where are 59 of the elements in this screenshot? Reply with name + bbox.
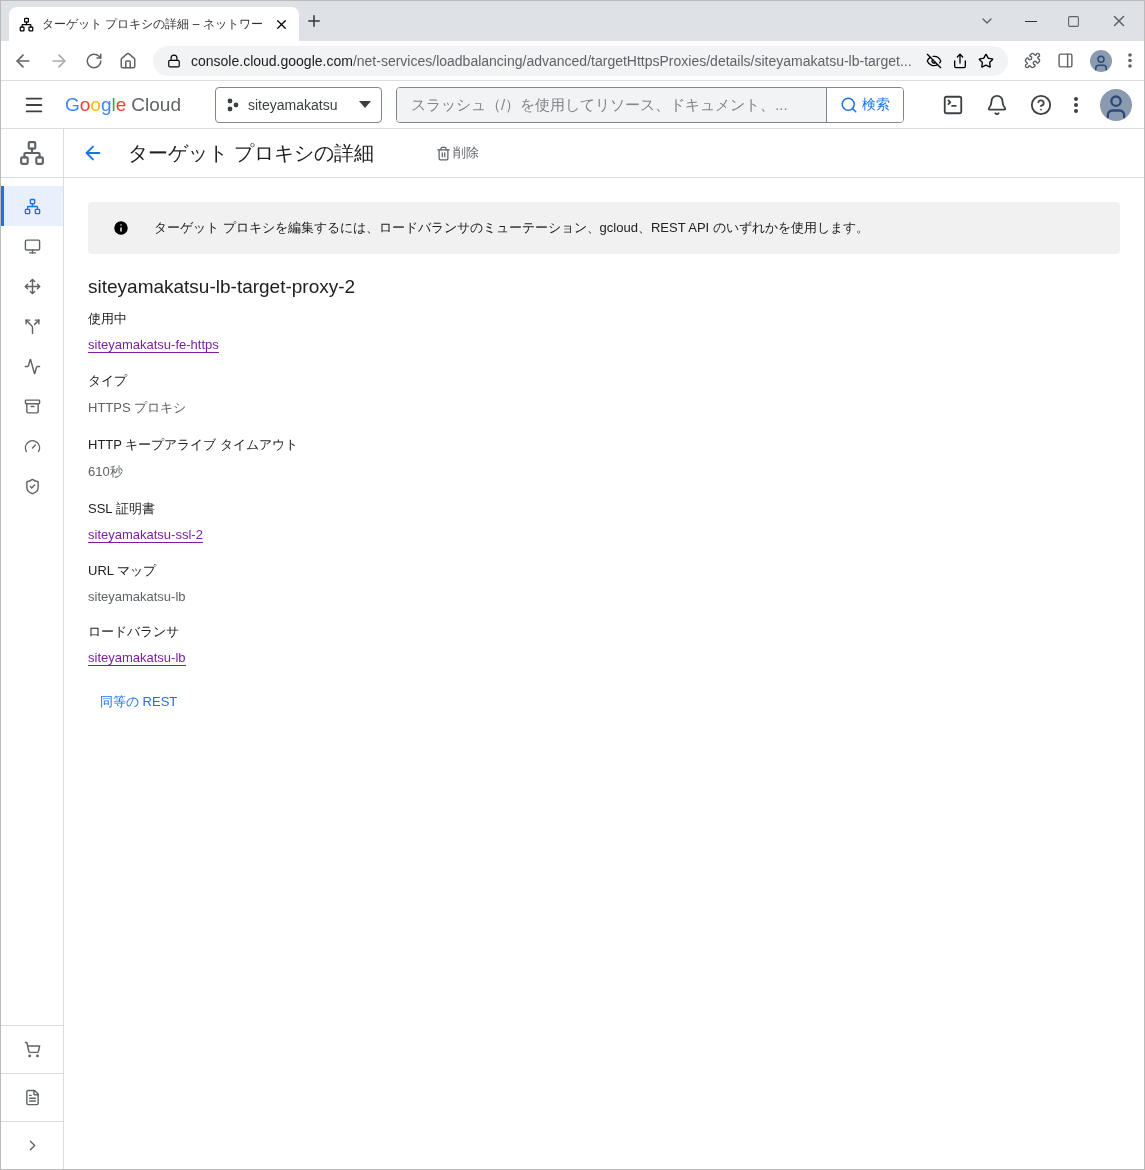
trash-icon [435, 145, 451, 161]
nav-item[interactable] [1, 186, 63, 226]
menu-button[interactable] [1128, 53, 1132, 68]
field-link[interactable]: siteyamakatsu-fe-https [88, 337, 219, 353]
star-icon [978, 52, 994, 69]
terminal-button[interactable] [942, 93, 964, 116]
page-title: ターゲット プロキシの詳細 [128, 140, 374, 166]
field-label: URL マップ [88, 562, 157, 580]
proxy-name: siteyamakatsu-lb-target-proxy-2 [88, 276, 357, 298]
more-icon [1128, 53, 1132, 68]
archive-icon [23, 397, 41, 415]
split-arrow-icon [23, 317, 41, 335]
network-icon [19, 16, 34, 32]
tab-title: ターゲット プロキシの詳細 – ネットワー [42, 15, 264, 33]
home-button[interactable] [119, 51, 137, 70]
shield-icon [23, 477, 41, 495]
notes-icon [23, 1089, 41, 1106]
eye-off-icon [926, 52, 942, 69]
more-icon [1074, 96, 1078, 113]
field-value: siteyamakatsu-lb [88, 589, 186, 604]
field-label: ロードバランサ [88, 623, 179, 641]
project-selector[interactable]: siteyamakatsu [215, 86, 382, 123]
move-icon [23, 277, 41, 295]
notice-text: ターゲット プロキシを編集するには、ロードバランサのミューテーション、gcloud、REST API のいずれかを使用します。 [154, 219, 869, 237]
address-bar[interactable]: console.cloud.google.com/net-services/loadbalancing/advanced/targetHttpsProxies/details/siteyamakatsu-lb-target... [153, 45, 1008, 76]
info-icon [112, 219, 130, 237]
avatar-icon[interactable] [1090, 49, 1112, 72]
extensions-button[interactable] [1024, 52, 1041, 69]
logo: Google Cloud [65, 93, 181, 116]
help-button[interactable] [1030, 93, 1052, 116]
minimize-icon [1025, 20, 1037, 22]
url-text: console.cloud.google.com/net-services/loadbalancing/advanced/targetHttpsProxies/details/siteyamakatsu-lb-target... [191, 52, 913, 69]
network-icon [23, 197, 41, 215]
monitor-icon [23, 237, 41, 255]
new-tab-button[interactable] [305, 12, 323, 30]
pulse-icon [23, 357, 41, 375]
avatar-icon[interactable] [1100, 88, 1132, 121]
side-panel-button[interactable] [1057, 52, 1074, 69]
network-icon [19, 140, 45, 166]
field-label: タイプ [88, 372, 127, 390]
reload-button[interactable] [85, 51, 103, 70]
field-link[interactable]: siteyamakatsu-lb [88, 650, 186, 666]
lock-icon [167, 53, 181, 68]
delete-button[interactable]: 削除 [435, 144, 479, 162]
notifications-button[interactable] [986, 93, 1008, 116]
gauge-icon [23, 437, 41, 455]
dropdown-icon [359, 101, 371, 108]
browser-tab[interactable]: ターゲット プロキシの詳細 – ネットワー [9, 7, 299, 41]
project-icon [226, 97, 240, 112]
share-icon [952, 52, 968, 69]
rest-link[interactable]: 同等の REST [100, 693, 178, 711]
field-link[interactable]: siteyamakatsu-ssl-2 [88, 527, 203, 543]
cart-icon [23, 1041, 41, 1058]
field-value: 610秒 [88, 463, 123, 481]
field-label: SSL 証明書 [88, 500, 155, 518]
field-value: HTTPS プロキシ [88, 399, 187, 417]
field-label: HTTP キープアライブ タイムアウト [88, 436, 298, 454]
field-label: 使用中 [88, 310, 127, 328]
more-button[interactable] [1074, 96, 1078, 113]
